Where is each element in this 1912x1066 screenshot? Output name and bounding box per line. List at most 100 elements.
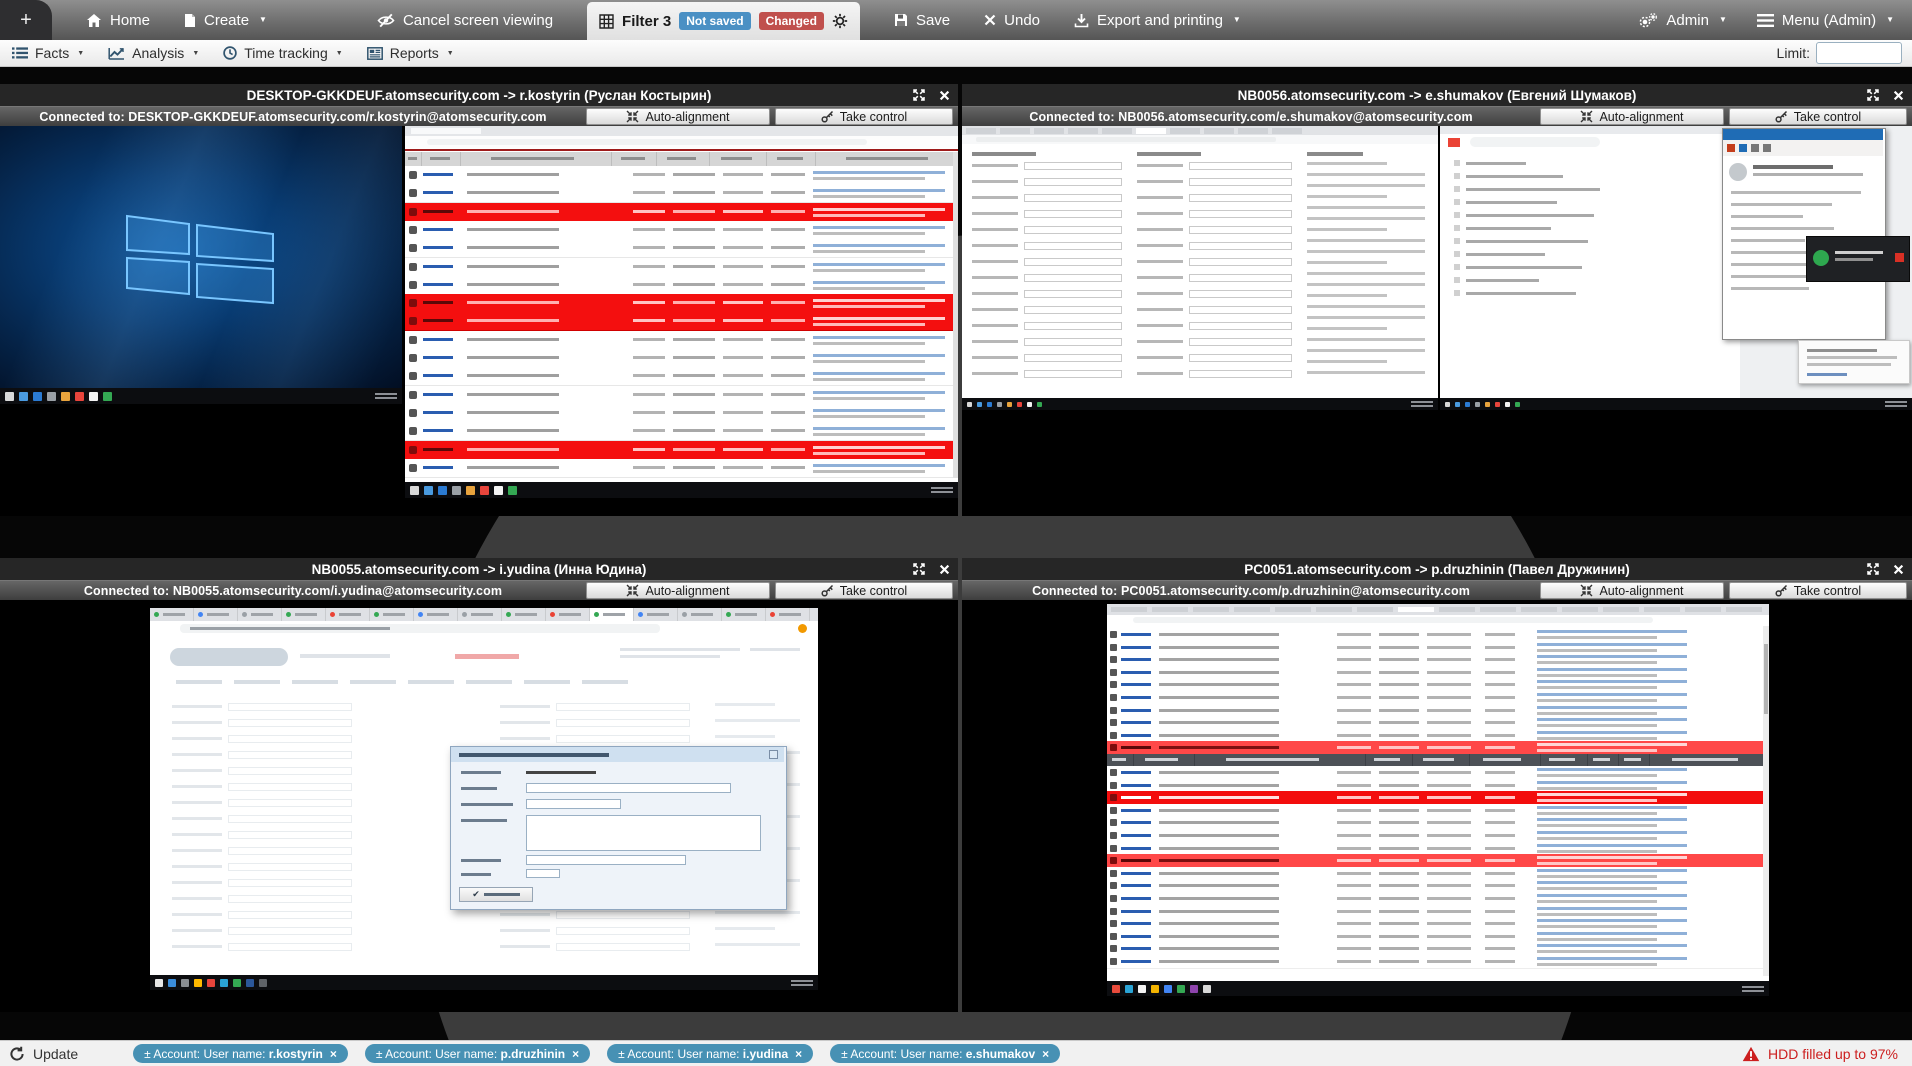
mock-detail: [1537, 706, 1687, 709]
expand-icon[interactable]: [1866, 562, 1880, 576]
taskbar-icon: [466, 486, 475, 495]
export-printing-label: Export and printing: [1097, 12, 1223, 29]
mock-detail: [1485, 821, 1515, 824]
mock-detail: [1466, 188, 1600, 191]
limit-input[interactable]: [1816, 42, 1902, 64]
mock-detail: [1159, 784, 1279, 787]
mock-detail: [409, 427, 417, 435]
hamburger-icon: [1757, 14, 1774, 27]
taskbar-icon: [438, 486, 447, 495]
chip-close-icon[interactable]: ×: [795, 1047, 802, 1061]
save-button[interactable]: Save: [894, 12, 950, 29]
table-row: [1107, 854, 1763, 868]
mock-detail: [1159, 746, 1279, 749]
home-button[interactable]: Home: [86, 12, 150, 29]
mock-detail: [1307, 316, 1425, 319]
tab-filter-3[interactable]: Filter 3 Not saved Changed: [587, 2, 860, 40]
take-control-button[interactable]: Take control: [775, 108, 953, 125]
mock-detail: [1537, 724, 1657, 727]
mock-detail: [1137, 372, 1183, 375]
auto-alignment-button[interactable]: Auto-alignment: [586, 582, 770, 599]
filter-chip-druzhinin[interactable]: ± Account: User name: p.druzhinin×: [365, 1044, 590, 1063]
mock-detail: [1137, 244, 1183, 247]
mock-detail: [1379, 910, 1419, 913]
mock-detail: [1110, 882, 1117, 889]
chip-close-icon[interactable]: ×: [1042, 1047, 1049, 1061]
auto-alignment-button[interactable]: Auto-alignment: [586, 108, 770, 125]
update-button[interactable]: Update: [9, 1046, 78, 1062]
mock-detail: [972, 152, 1036, 156]
expand-icon[interactable]: [912, 88, 926, 102]
mock-detail: [1159, 658, 1279, 661]
close-icon[interactable]: [1893, 564, 1904, 575]
gmail-window: [1440, 126, 1740, 398]
menu-facts[interactable]: Facts ▼: [12, 45, 84, 61]
mock-detail: [715, 719, 800, 722]
expand-icon[interactable]: [912, 562, 926, 576]
auto-alignment-button[interactable]: Auto-alignment: [1540, 108, 1724, 125]
table-row: [405, 441, 953, 460]
remote-screen-view[interactable]: [0, 126, 958, 516]
mock-detail: [1337, 709, 1371, 712]
mock-detail: [1337, 884, 1371, 887]
mock-detail: [1485, 910, 1515, 913]
filter-chip-kostyrin[interactable]: ± Account: User name: r.kostyrin×: [133, 1044, 348, 1063]
create-button[interactable]: Create ▼: [184, 12, 267, 29]
close-icon[interactable]: [939, 90, 950, 101]
close-icon[interactable]: [1893, 90, 1904, 101]
remote-screen-view[interactable]: [962, 600, 1912, 1012]
chip-close-icon[interactable]: ×: [572, 1047, 579, 1061]
remote-screen-view[interactable]: ✔: [0, 600, 958, 1012]
taskbar-icon: [1203, 985, 1211, 993]
form-field: [1024, 178, 1122, 186]
undo-button[interactable]: Undo: [984, 12, 1040, 29]
admin-menu-button[interactable]: Admin ▼: [1639, 12, 1726, 29]
form-field: [1024, 210, 1122, 218]
filter-chip-yudina[interactable]: ± Account: User name: i.yudina×: [607, 1044, 813, 1063]
mock-detail: [1307, 184, 1425, 187]
mock-detail: [1537, 900, 1657, 903]
menu-time-tracking[interactable]: Time tracking ▼: [223, 45, 342, 61]
chip-close-icon[interactable]: ×: [330, 1047, 337, 1061]
mock-detail: [723, 173, 763, 176]
mock-detail: [1466, 266, 1582, 269]
mock-detail: [1427, 784, 1471, 787]
menu-analysis[interactable]: Analysis ▼: [108, 45, 199, 61]
mock-detail: [1110, 857, 1117, 864]
mock-detail: [1739, 144, 1747, 152]
connection-bar: Connected to: PC0051.atomsecurity.com/p.…: [962, 580, 1912, 600]
mock-detail: [723, 228, 763, 231]
taskbar-icon: [1485, 402, 1490, 407]
auto-alignment-button[interactable]: Auto-alignment: [1540, 582, 1724, 599]
take-control-button[interactable]: Take control: [775, 582, 953, 599]
key-icon: [821, 584, 834, 597]
take-control-button[interactable]: Take control: [1729, 582, 1907, 599]
mock-detail: [1110, 958, 1117, 965]
mock-detail: [461, 819, 507, 822]
mock-detail: [1307, 217, 1425, 220]
mock-detail: [1427, 935, 1471, 938]
mock-detail: [1751, 144, 1759, 152]
mock-detail: [673, 466, 715, 469]
browser-screen: ✔: [150, 608, 818, 990]
mock-detail: [172, 897, 222, 900]
mock-detail: [1337, 859, 1371, 862]
close-icon[interactable]: [939, 564, 950, 575]
form-field: [1024, 338, 1122, 346]
main-menu-button[interactable]: Menu (Admin) ▼: [1757, 12, 1894, 29]
new-tab-button[interactable]: +: [0, 0, 52, 40]
mock-detail: [633, 246, 665, 249]
taskbar-icon: [1027, 402, 1032, 407]
mock-detail: [813, 250, 925, 253]
remote-screen-view[interactable]: [962, 126, 1912, 516]
mock-detail: [1337, 910, 1371, 913]
mock-detail: [1137, 196, 1183, 199]
export-printing-button[interactable]: Export and printing ▼: [1074, 12, 1241, 29]
connected-to-text: Connected to: NB0056.atomsecurity.com/e.…: [962, 110, 1540, 124]
gear-icon[interactable]: [832, 13, 848, 29]
expand-icon[interactable]: [1866, 88, 1880, 102]
menu-reports[interactable]: Reports ▼: [367, 45, 454, 61]
take-control-button[interactable]: Take control: [1729, 108, 1907, 125]
filter-chip-shumakov[interactable]: ± Account: User name: e.shumakov×: [830, 1044, 1060, 1063]
cancel-screen-viewing-button[interactable]: Cancel screen viewing: [377, 12, 553, 29]
